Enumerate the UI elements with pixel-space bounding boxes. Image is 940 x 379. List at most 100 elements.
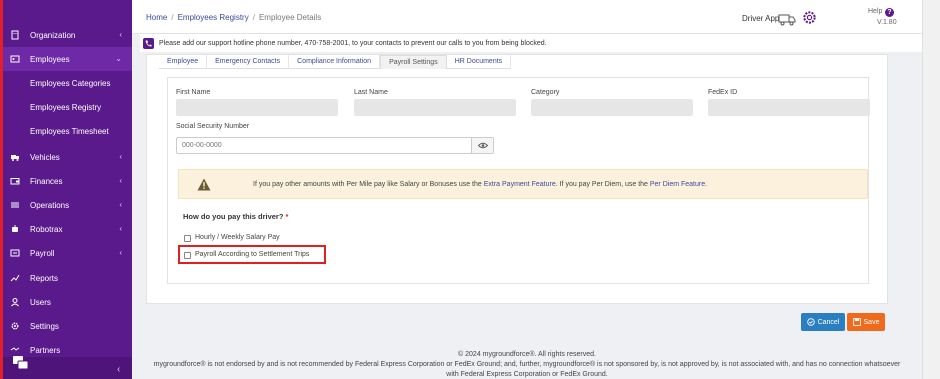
operations-icon	[9, 199, 21, 211]
chevron-left-icon: ‹	[119, 152, 122, 161]
warning-text-part: If you pay other amounts with Per Mile p…	[253, 181, 484, 188]
tab-emergency-contacts[interactable]: Emergency Contacts	[207, 55, 290, 69]
warning-text: If you pay other amounts with Per Mile p…	[253, 181, 707, 188]
sidebar-item-label: Partners	[30, 345, 61, 355]
chart-icon	[9, 272, 21, 284]
category-label: Category	[531, 89, 560, 96]
hourly-salary-checkbox[interactable]	[184, 235, 191, 242]
robot-icon	[9, 223, 21, 235]
save-label: Save	[863, 318, 880, 326]
sidebar-item-label: Settings	[30, 321, 59, 331]
extra-payment-feature-link[interactable]: Extra Payment Feature	[484, 181, 556, 188]
breadcrumb-separator: /	[171, 13, 174, 22]
chat-icon[interactable]	[13, 356, 29, 370]
sidebar-item-label: Users	[30, 297, 51, 307]
employee-details-card: Employee Emergency Contacts Compliance I…	[146, 54, 888, 304]
cancel-button[interactable]: Cancel	[801, 313, 845, 331]
page-footer: © 2024 mygroundforce®. All rights reserv…	[132, 350, 922, 379]
tab-compliance-information[interactable]: Compliance Information	[289, 55, 381, 69]
highlight-box	[178, 245, 326, 264]
tab-payroll-settings[interactable]: Payroll Settings	[380, 55, 447, 69]
cancel-label: Cancel	[817, 318, 840, 326]
sidebar-item-robotrax[interactable]: Robotrax ‹	[3, 217, 132, 241]
wallet-icon	[9, 175, 21, 187]
hotline-notice: Please add our support hotline phone num…	[140, 34, 922, 52]
scrollbar[interactable]	[922, 0, 940, 379]
sidebar-subitem-employees-timesheet[interactable]: Employees Timesheet	[3, 119, 132, 143]
sidebar: Organization ‹ Employees ⌄ Employees Cat…	[0, 0, 132, 379]
top-header: Home / Employees Registry / Employee Details…	[132, 0, 922, 34]
payment-warning: If you pay other amounts with Per Mile p…	[178, 169, 868, 199]
sidebar-item-label: Operations	[30, 200, 70, 210]
per-diem-feature-link[interactable]: Per Diem Feature	[650, 181, 705, 188]
sidebar-subitem-employees-registry[interactable]: Employees Registry	[3, 95, 132, 119]
sidebar-item-label: Vehicles	[30, 152, 60, 162]
sidebar-item-payroll[interactable]: Payroll ‹	[3, 241, 132, 265]
save-button[interactable]: Save	[847, 313, 885, 331]
warning-text-part: .	[705, 181, 708, 188]
chevron-down-icon: ⌄	[115, 54, 122, 63]
collapse-sidebar-button[interactable]: ‹	[117, 364, 120, 375]
tab-employee[interactable]: Employee	[159, 55, 208, 69]
fedex-id-field[interactable]	[708, 99, 870, 116]
sidebar-item-employees[interactable]: Employees ⌄	[3, 47, 132, 71]
sidebar-item-label: Reports	[30, 273, 59, 283]
sidebar-item-reports[interactable]: Reports	[3, 266, 132, 290]
breadcrumb: Home / Employees Registry / Employee Details	[146, 13, 321, 22]
chevron-left-icon: ‹	[119, 176, 122, 185]
truck-icon[interactable]	[778, 12, 796, 26]
sidebar-item-users[interactable]: Users	[3, 290, 132, 314]
notice-text: Please add our support hotline phone num…	[159, 39, 547, 47]
driver-app-link[interactable]: Driver App	[742, 14, 779, 23]
user-icon	[9, 296, 21, 308]
building-icon	[9, 29, 21, 41]
sidebar-item-settings[interactable]: Settings	[3, 314, 132, 338]
sidebar-item-operations[interactable]: Operations ‹	[3, 193, 132, 217]
payroll-settings-panel: First Name Last Name Category FedEx ID S…	[167, 77, 870, 284]
tab-bar: Employee Emergency Contacts Compliance I…	[159, 55, 512, 69]
first-name-label: First Name	[176, 89, 211, 96]
help-link[interactable]: Help	[868, 8, 882, 15]
sidebar-item-vehicles[interactable]: Vehicles ‹	[3, 145, 132, 169]
sidebar-item-label: Organization	[30, 30, 76, 40]
ssn-input[interactable]	[182, 142, 472, 149]
gear-icon[interactable]	[802, 10, 817, 25]
warning-text-part: . If you pay Per Diem, use the	[555, 181, 650, 188]
chevron-left-icon: ‹	[119, 200, 122, 209]
chevron-left-icon: ‹	[119, 248, 122, 257]
sidebar-subitem-employees-categories[interactable]: Employees Categories	[3, 71, 132, 95]
cancel-icon	[806, 318, 815, 326]
breadcrumb-employees-registry[interactable]: Employees Registry	[178, 13, 249, 22]
first-name-field[interactable]	[176, 99, 338, 116]
version-label: V.1.80	[877, 19, 897, 26]
sidebar-item-label: Robotrax	[30, 224, 63, 234]
fedex-id-label: FedEx ID	[708, 89, 738, 96]
tab-hr-documents[interactable]: HR Documents	[447, 55, 512, 69]
hourly-salary-label[interactable]: Hourly / Weekly Salary Pay	[195, 234, 280, 241]
breadcrumb-home[interactable]: Home	[146, 13, 167, 22]
copyright-text: © 2024 mygroundforce®. All rights reserv…	[458, 351, 596, 358]
pay-method-question: How do you pay this driver? *	[183, 212, 288, 221]
ssn-field	[176, 137, 494, 154]
help-icon[interactable]: ?	[885, 8, 894, 17]
chevron-left-icon: ‹	[119, 224, 122, 233]
sidebar-item-finances[interactable]: Finances ‹	[3, 169, 132, 193]
sidebar-subitem-label: Employees Timesheet	[30, 126, 109, 136]
sidebar-item-label: Employees	[30, 54, 70, 64]
disclaimer-text: mygroundforce® is not endorsed by and is…	[153, 361, 901, 368]
gear-icon	[9, 320, 21, 332]
show-ssn-button[interactable]	[471, 138, 493, 153]
category-field[interactable]	[531, 99, 693, 116]
ssn-label: Social Security Number	[176, 123, 250, 130]
sidebar-subitem-label: Employees Registry	[30, 102, 102, 112]
sidebar-item-organization[interactable]: Organization ‹	[3, 23, 132, 47]
handshake-icon	[9, 344, 21, 356]
sidebar-item-label: Payroll	[30, 248, 55, 258]
last-name-label: Last Name	[354, 89, 388, 96]
breadcrumb-separator: /	[252, 13, 255, 22]
sidebar-subitem-label: Employees Categories	[30, 78, 111, 88]
last-name-field[interactable]	[354, 99, 516, 116]
phone-icon	[143, 37, 154, 49]
required-marker: *	[285, 212, 289, 221]
payroll-icon	[9, 247, 21, 259]
